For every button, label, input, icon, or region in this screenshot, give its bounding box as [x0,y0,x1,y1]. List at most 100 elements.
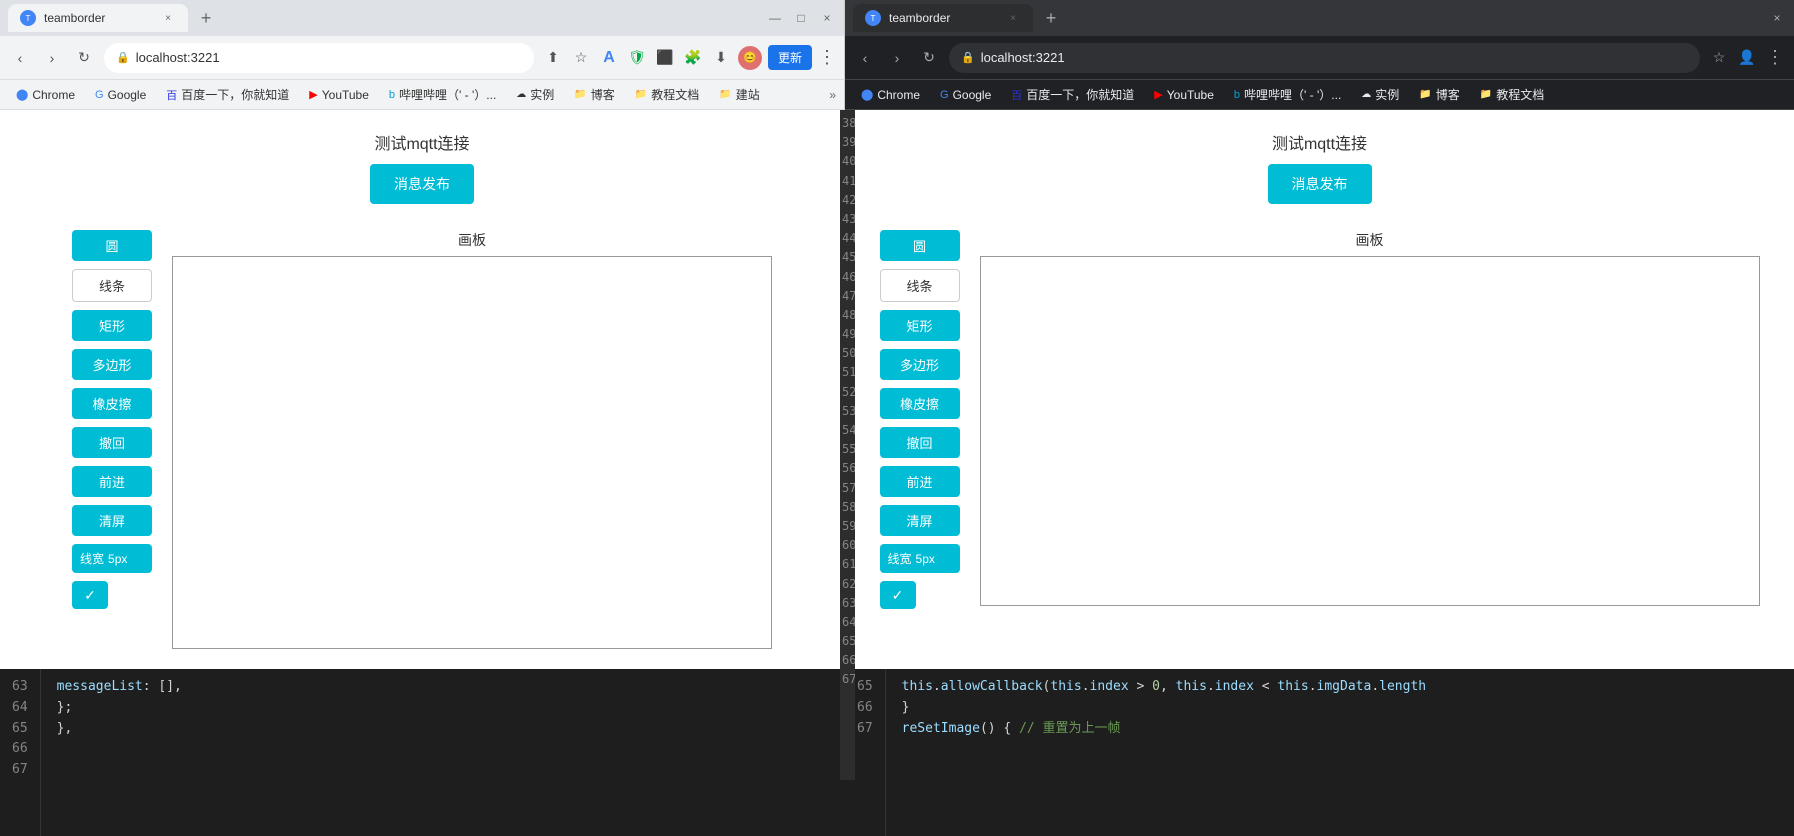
address-bar-right: ‹ › ↻ 🔒 localhost:3221 ☆ 👤 ⋮ [845,36,1794,80]
eraser-btn-left[interactable]: 橡皮擦 [72,388,152,419]
redo-btn-right[interactable]: 前进 [880,466,960,497]
blog-icon-right: 📁 [1419,89,1431,100]
rect-btn-left[interactable]: 矩形 [72,310,152,341]
bookmarks-bar-right: ⬤ Chrome G Google 百 百度一下，你就知道 ▶ YouTube … [845,80,1794,110]
bookmark-site-left[interactable]: 📁 建站 [711,84,767,105]
tab-title-left: teamborder [44,11,105,25]
back-btn-right[interactable]: ‹ [853,46,877,70]
maximize-btn-left[interactable]: □ [792,9,810,27]
bookmark-example-left[interactable]: ☁ 实例 [508,84,562,105]
url-text-left: localhost:3221 [136,50,220,65]
publish-btn-left[interactable]: 消息发布 [370,164,474,204]
bookmark-youtube-left[interactable]: ▶ YouTube [301,86,377,104]
color-btn-right[interactable]: ✓ [880,581,916,609]
polygon-btn-left[interactable]: 多边形 [72,349,152,380]
url-text-right: localhost:3221 [981,50,1065,65]
star-icon-left[interactable]: ☆ [570,47,592,69]
eraser-btn-right[interactable]: 橡皮擦 [880,388,960,419]
undo-btn-left[interactable]: 撤回 [72,427,152,458]
bookmark-label-chrome-left: Chrome [32,88,75,102]
more-btn-left[interactable]: ⋮ [818,47,836,68]
new-tab-btn-right[interactable]: + [1037,4,1065,32]
bookmark-youtube-right[interactable]: ▶ YouTube [1146,86,1222,104]
tab-favicon-right: T [865,10,881,26]
profile-icon-right[interactable]: 👤 [1736,47,1758,69]
publish-btn-right[interactable]: 消息发布 [1268,164,1372,204]
close-btn-left[interactable]: × [818,9,836,27]
bookmark-example-right[interactable]: ☁ 实例 [1353,84,1407,105]
code-area-left: 63 64 65 66 67 messageList: [], }; }, [0,669,845,836]
share-icon-left[interactable]: ⬆ [542,47,564,69]
refresh-btn-right[interactable]: ↻ [917,46,941,70]
update-btn-left[interactable]: 更新 [768,45,812,70]
ext-icon-a-left[interactable]: A [598,47,620,69]
minimize-btn-left[interactable]: — [766,9,784,27]
line-width-btn-right[interactable]: 线宽 5px [880,544,960,573]
bookmark-bilibili-right[interactable]: b 哔哩哔哩（' - '）... [1226,84,1349,105]
star-icon-right[interactable]: ☆ [1708,47,1730,69]
chrome-icon-right: ⬤ [861,88,873,101]
bookmarks-more-left[interactable]: » [829,88,836,102]
tab-close-left[interactable]: × [160,10,176,26]
more-icon-right[interactable]: ⋮ [1764,47,1786,69]
bookmark-bilibili-left[interactable]: b 哔哩哔哩（' - '）... [381,84,504,105]
browser-window-left: T teamborder × + — □ × ‹ › ↻ 🔒 localhost… [0,0,845,670]
tools-panel-left: 圆 线条 矩形 多边形 橡皮擦 撤回 前进 清屏 线宽 5px ✓ [72,230,152,609]
bookmark-baidu-left[interactable]: 百 百度一下，你就知道 [158,84,297,105]
new-tab-btn-left[interactable]: + [192,4,220,32]
line-width-btn-left[interactable]: 线宽 5px [72,544,152,573]
color-btn-left[interactable]: ✓ [72,581,108,609]
line-numbers-left: 63 64 65 66 67 [0,669,41,836]
bookmark-google-right[interactable]: G Google [932,86,999,104]
rect-btn-right[interactable]: 矩形 [880,310,960,341]
tools-panel-right: 圆 线条 矩形 多边形 橡皮擦 撤回 前进 清屏 线宽 5px ✓ [880,230,960,609]
bookmark-label-baidu-right: 百度一下，你就知道 [1026,86,1134,103]
line-btn-right[interactable]: 线条 [880,269,960,302]
bookmark-chrome-left[interactable]: ⬤ Chrome [8,86,83,104]
avatar-left[interactable]: 😊 [738,46,762,70]
bookmark-docs-right[interactable]: 📁 教程文档 [1472,84,1552,105]
example-icon-right: ☁ [1361,89,1371,100]
forward-btn-right[interactable]: › [885,46,909,70]
forward-btn-left[interactable]: › [40,46,64,70]
ext-icon-shield-left[interactable]: 🛡 [626,47,648,69]
polygon-btn-right[interactable]: 多边形 [880,349,960,380]
url-bar-left[interactable]: 🔒 localhost:3221 [104,43,534,73]
chrome-icon-left: ⬤ [16,88,28,101]
line-width-value-right: 5px [916,552,935,566]
lock-icon-left: 🔒 [116,51,130,64]
bookmark-label-youtube-right: YouTube [1167,88,1214,102]
back-btn-left[interactable]: ‹ [8,46,32,70]
redo-btn-left[interactable]: 前进 [72,466,152,497]
url-bar-right[interactable]: 🔒 localhost:3221 [949,43,1700,73]
bookmark-label-chrome-right: Chrome [877,88,920,102]
tab-title-right: teamborder [889,11,950,25]
close-btn-right[interactable]: × [1768,9,1786,27]
bookmark-blog-right[interactable]: 📁 博客 [1411,84,1467,105]
drawing-canvas-right[interactable] [980,256,1760,606]
line-btn-left[interactable]: 线条 [72,269,152,302]
code-line-64: }; [57,700,73,715]
tab-left[interactable]: T teamborder × [8,4,188,32]
bookmark-label-blog-right: 博客 [1436,86,1460,103]
circle-btn-left[interactable]: 圆 [72,230,152,261]
bookmark-docs-left[interactable]: 📁 教程文档 [627,84,707,105]
undo-btn-right[interactable]: 撤回 [880,427,960,458]
clear-btn-left[interactable]: 清屏 [72,505,152,536]
code-area-right: 65 66 67 this.allowCallback(this.index >… [845,669,1794,836]
circle-btn-right[interactable]: 圆 [880,230,960,261]
tab-right[interactable]: T teamborder × [853,4,1033,32]
ext-icon-download-left[interactable]: ⬇ [710,47,732,69]
bookmark-blog-left[interactable]: 📁 博客 [566,84,622,105]
bookmark-baidu-right[interactable]: 百 百度一下，你就知道 [1003,84,1142,105]
bookmark-google-left[interactable]: G Google [87,86,154,104]
tab-favicon-left: T [20,10,36,26]
clear-btn-right[interactable]: 清屏 [880,505,960,536]
drawing-canvas-left[interactable] [172,256,772,649]
refresh-btn-left[interactable]: ↻ [72,46,96,70]
ext-icon-puzzle-left[interactable]: 🧩 [682,47,704,69]
browser-window-right: T teamborder × + × ‹ › ↻ 🔒 localhost:322… [845,0,1794,836]
bookmark-chrome-right[interactable]: ⬤ Chrome [853,86,928,104]
ext-icon-color-left[interactable]: ⬛ [654,47,676,69]
tab-close-right[interactable]: × [1005,10,1021,26]
